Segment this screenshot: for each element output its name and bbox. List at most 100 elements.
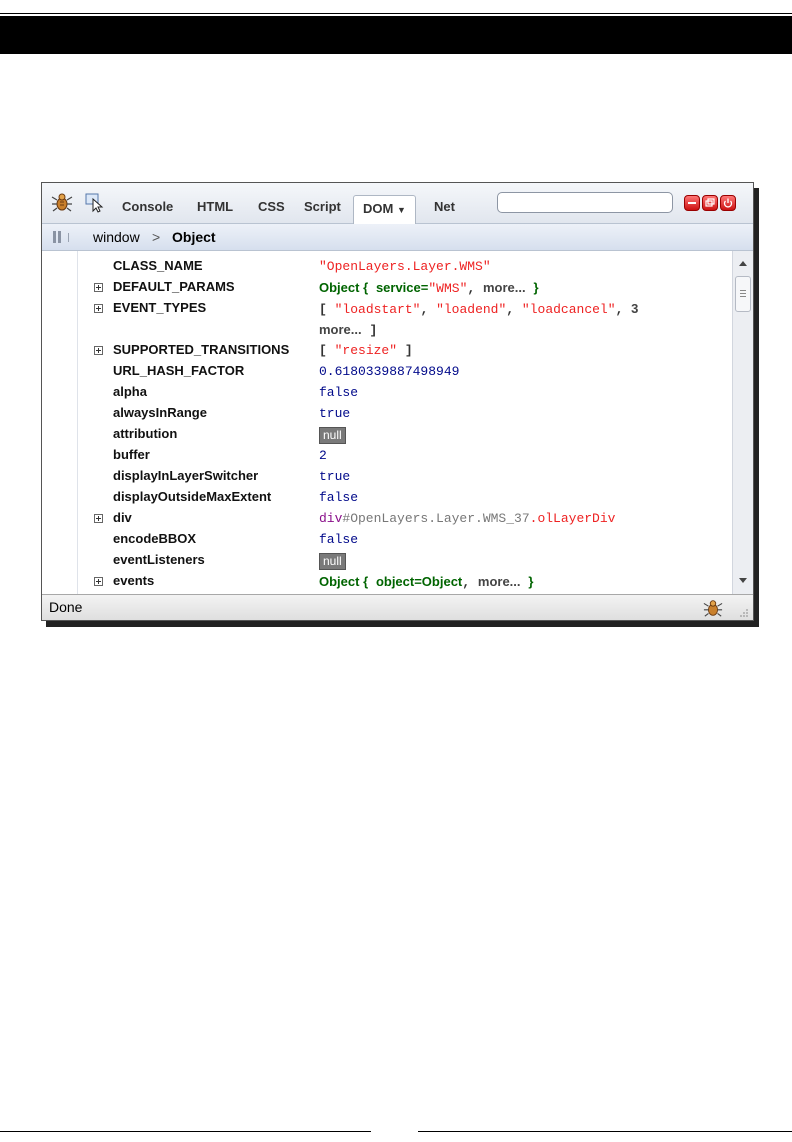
property-value-continued[interactable]: more... ]: [319, 322, 377, 338]
dom-row[interactable]: div div#OpenLayers.Layer.WMS_37.olLayerD…: [42, 508, 732, 529]
breadcrumb-separator: >: [152, 229, 161, 245]
array-open: [: [319, 343, 327, 358]
element-class: .olLayerDiv: [529, 511, 616, 526]
chevron-down-icon: ▼: [396, 205, 406, 215]
breadcrumb-object[interactable]: Object: [172, 224, 216, 250]
minimize-icon[interactable]: [684, 195, 700, 211]
firebug-toolbar: Console HTML CSS Script DOM ▼ Net: [42, 183, 753, 224]
property-name: alpha: [113, 384, 147, 399]
property-value[interactable]: Object { service="WMS", more... }: [319, 280, 539, 296]
scroll-down-icon[interactable]: [739, 578, 747, 583]
dom-row[interactable]: eventListeners null: [42, 550, 732, 571]
tab-dom[interactable]: DOM ▼: [353, 195, 416, 224]
page-footer-rule-left: [0, 1131, 371, 1132]
property-value[interactable]: [ "loadstart", "loadend", "loadcancel", …: [319, 301, 638, 317]
array-item: "loadend": [436, 302, 507, 317]
tab-html[interactable]: HTML: [197, 196, 233, 218]
search-input[interactable]: [497, 192, 673, 213]
tab-script[interactable]: Script: [304, 196, 341, 218]
object-key: service=: [375, 280, 429, 295]
property-name: URL_HASH_FACTOR: [113, 363, 245, 378]
dom-row[interactable]: SUPPORTED_TRANSITIONS [ "resize" ]: [42, 340, 732, 361]
vertical-scrollbar[interactable]: [732, 251, 753, 594]
property-value: null: [319, 553, 346, 570]
array-item: "loadstart": [334, 302, 421, 317]
property-name: CLASS_NAME: [113, 258, 203, 273]
property-name: DEFAULT_PARAMS: [113, 279, 235, 294]
detach-window-icon[interactable]: [702, 195, 718, 211]
property-name: eventListeners: [113, 552, 205, 567]
property-name: alwaysInRange: [113, 405, 207, 420]
array-close: ]: [369, 323, 378, 338]
dom-panel: CLASS_NAME "OpenLayers.Layer.WMS" DEFAUL…: [42, 251, 753, 594]
status-text: Done: [49, 599, 83, 615]
dom-row[interactable]: displayOutsideMaxExtent false: [42, 487, 732, 508]
property-name: encodeBBOX: [113, 531, 197, 546]
property-name: displayOutsideMaxExtent: [113, 489, 272, 504]
dom-row[interactable]: URL_HASH_FACTOR 0.6180339887498949: [42, 361, 732, 382]
object-key: object=Object: [375, 574, 463, 589]
array-item: "resize": [334, 343, 398, 358]
dom-row[interactable]: encodeBBOX false: [42, 529, 732, 550]
property-value[interactable]: div#OpenLayers.Layer.WMS_37.olLayerDiv: [319, 511, 615, 526]
dom-row[interactable]: DEFAULT_PARAMS Object { service="WMS", m…: [42, 277, 732, 298]
tab-console[interactable]: Console: [122, 196, 173, 218]
property-value: false: [319, 490, 359, 505]
page-footer-rule-right: [418, 1131, 792, 1132]
firebug-logo-icon[interactable]: [51, 191, 73, 213]
tab-net[interactable]: Net: [434, 196, 455, 218]
object-string: "WMS": [428, 281, 468, 296]
property-name: displayInLayerSwitcher: [113, 468, 259, 483]
property-value: [ "resize" ]: [319, 343, 413, 358]
dom-row[interactable]: alwaysInRange true: [42, 403, 732, 424]
more-link[interactable]: more...: [319, 322, 362, 337]
page-top-rule: [0, 13, 792, 14]
resize-grip-icon[interactable]: [739, 608, 749, 618]
null-badge: null: [319, 553, 346, 570]
property-value: 2: [319, 448, 327, 463]
status-bar: Done: [42, 594, 753, 620]
scrollbar-thumb[interactable]: [735, 276, 751, 312]
expand-icon[interactable]: [94, 346, 103, 355]
array-item: "loadcancel": [521, 302, 616, 317]
property-value: false: [319, 532, 359, 547]
array-more-count: 3: [631, 301, 639, 316]
property-name: events: [113, 573, 155, 588]
tab-dom-label: DOM: [363, 201, 394, 216]
expand-icon[interactable]: [94, 304, 103, 313]
object-close: }: [528, 574, 534, 589]
property-value[interactable]: Object { object=Object, more... }: [319, 574, 533, 590]
array-close: ]: [404, 343, 413, 358]
expand-icon[interactable]: [94, 577, 103, 586]
dom-row[interactable]: alpha false: [42, 382, 732, 403]
more-link[interactable]: more...: [478, 574, 521, 589]
toolbar-divider: [68, 233, 69, 242]
page-header-band: [0, 16, 792, 54]
dom-row[interactable]: EVENT_TYPES [ "loadstart", "loadend", "l…: [42, 298, 732, 340]
expand-icon[interactable]: [94, 283, 103, 292]
property-name: EVENT_TYPES: [113, 300, 207, 315]
expand-icon[interactable]: [94, 514, 103, 523]
dom-row[interactable]: CLASS_NAME "OpenLayers.Layer.WMS": [42, 256, 732, 277]
array-open: [: [319, 302, 327, 317]
pause-icon[interactable]: [53, 231, 56, 243]
property-value: false: [319, 385, 359, 400]
object-close: }: [533, 280, 539, 295]
firebug-status-icon[interactable]: [703, 598, 723, 618]
breadcrumb: window > Object: [42, 224, 753, 251]
more-link[interactable]: more...: [483, 280, 526, 295]
property-name: attribution: [113, 426, 178, 441]
object-separator: ,: [462, 575, 471, 590]
dom-row[interactable]: attribution null: [42, 424, 732, 445]
dom-row[interactable]: displayInLayerSwitcher true: [42, 466, 732, 487]
breadcrumb-window[interactable]: window: [93, 224, 140, 250]
scroll-up-icon[interactable]: [739, 261, 747, 266]
dom-row[interactable]: buffer 2: [42, 445, 732, 466]
dom-row[interactable]: events Object { object=Object, more... }: [42, 571, 732, 592]
inspect-element-icon[interactable]: [84, 191, 106, 213]
power-close-icon[interactable]: [720, 195, 736, 211]
tab-css[interactable]: CSS: [258, 196, 285, 218]
property-value: 0.6180339887498949: [319, 364, 460, 379]
property-name: buffer: [113, 447, 150, 462]
property-value: true: [319, 406, 351, 421]
